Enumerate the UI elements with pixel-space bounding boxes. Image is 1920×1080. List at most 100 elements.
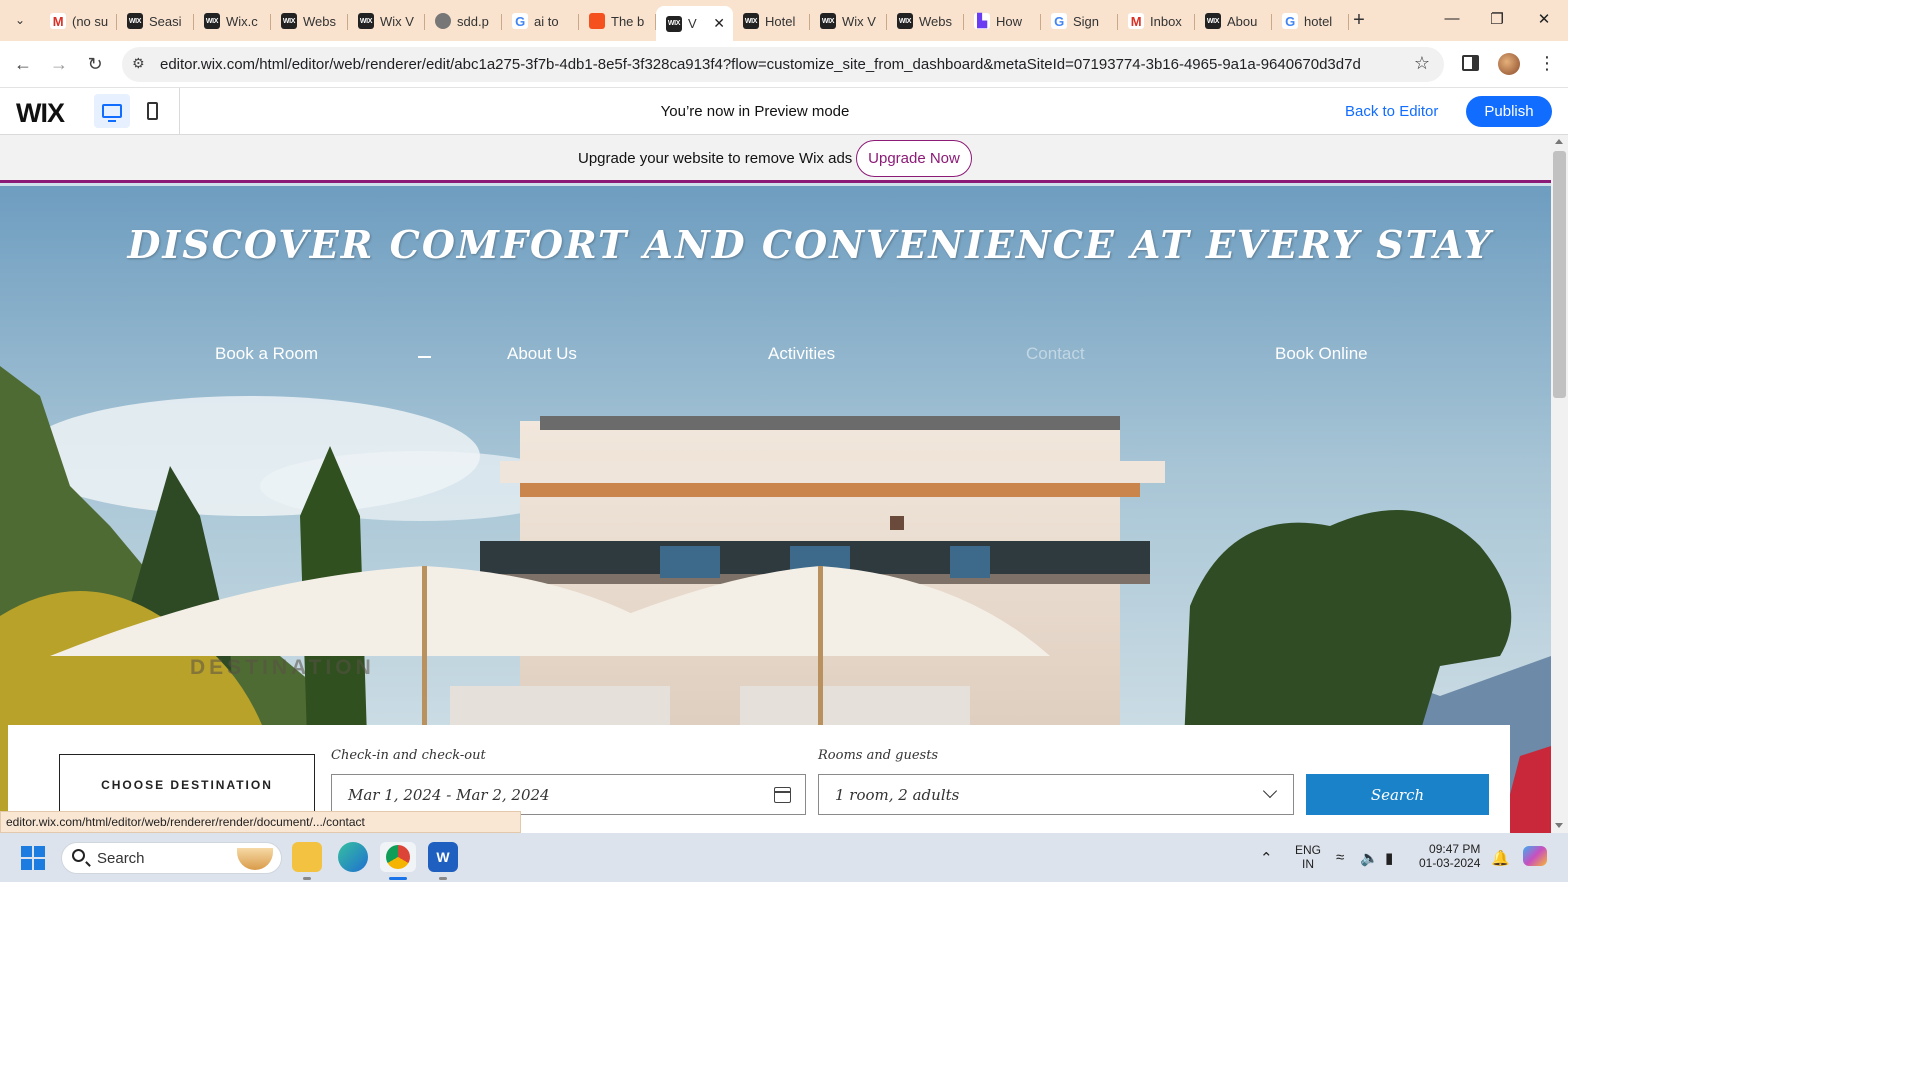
browser-tab[interactable]: WIX Wix V xyxy=(348,6,425,36)
tab-list: M (no su WIX Seasi WIX Wix.c WIX Webs WIX Wix… xyxy=(40,6,1349,41)
browser-tab[interactable]: Ghotel xyxy=(1272,6,1349,36)
browser-tab[interactable]: G Sign xyxy=(1041,6,1118,36)
google-icon: G xyxy=(1051,13,1067,29)
browser-tab[interactable]: The b xyxy=(579,6,656,36)
destination-label: DESTINATION xyxy=(190,656,375,679)
chevron-down-icon xyxy=(1262,783,1278,799)
scroll-down-arrow-icon[interactable] xyxy=(1555,823,1563,828)
google-icon: G xyxy=(512,13,528,29)
url-text[interactable]: editor.wix.com/html/editor/web/renderer/… xyxy=(160,56,1361,73)
wix-preview-bar: WIX You’re now in Preview mode Back to E… xyxy=(0,88,1568,135)
hero-title: DISCOVER COMFORT AND CONVENIENCE AT EVER… xyxy=(127,222,1493,267)
language-indicator[interactable]: ENG IN xyxy=(1295,843,1321,871)
wifi-icon[interactable]: ≈ xyxy=(1336,849,1344,866)
nav-contact[interactable]: Contact xyxy=(1026,344,1085,364)
nav-about-us[interactable]: About Us xyxy=(507,344,577,364)
back-to-editor-link[interactable]: Back to Editor xyxy=(1345,103,1438,120)
new-tab-plus-icon[interactable]: + xyxy=(1348,10,1370,30)
browser-tab[interactable]: WIX Webs xyxy=(271,6,348,36)
rooms-value: 1 room, 2 adults xyxy=(835,786,960,804)
browser-tab[interactable]: ▙ How xyxy=(964,6,1041,36)
address-bar[interactable]: ⚙ editor.wix.com/html/editor/web/rendere… xyxy=(122,47,1444,82)
browser-tab[interactable]: M Inbox xyxy=(1118,6,1195,36)
profile-avatar[interactable] xyxy=(1498,53,1520,75)
globe-icon xyxy=(435,13,451,29)
browser-tab[interactable]: M (no su xyxy=(40,6,117,36)
volume-icon[interactable]: 🔈 xyxy=(1360,849,1379,867)
app-running-indicator xyxy=(439,877,447,880)
wix-icon: WIX xyxy=(281,13,297,29)
chrome-logo-icon xyxy=(386,845,410,869)
ad-banner-text: Upgrade your website to remove Wix ads xyxy=(578,150,853,167)
wix-icon: WIX xyxy=(897,13,913,29)
wix-icon: WIX xyxy=(743,13,759,29)
browser-tab[interactable]: WIX Hotel xyxy=(733,6,810,36)
publish-button[interactable]: Publish xyxy=(1466,96,1552,127)
scroll-up-arrow-icon[interactable] xyxy=(1555,139,1563,144)
chrome-browser-icon[interactable] xyxy=(380,842,416,872)
windows-taskbar: Search W ⌃ ENG IN ≈ 🔈 ▮ 09:47 PM 01-03-2… xyxy=(0,833,1568,882)
wix-icon: WIX xyxy=(1205,13,1221,29)
orange-square-icon xyxy=(589,13,605,29)
taskbar-search-box[interactable]: Search xyxy=(61,842,282,874)
rooms-guests-dropdown[interactable]: 1 room, 2 adults xyxy=(818,774,1294,815)
site-info-icon[interactable]: ⚙ xyxy=(132,55,145,72)
copilot-icon[interactable] xyxy=(1523,846,1547,866)
windows-start-icon[interactable] xyxy=(21,846,45,870)
wix-icon: WIX xyxy=(204,13,220,29)
search-button[interactable]: Search xyxy=(1306,774,1489,815)
search-highlight-icon xyxy=(237,848,273,870)
minimize-icon[interactable]: — xyxy=(1442,10,1462,27)
purple-logo-icon: ▙ xyxy=(974,13,990,29)
notification-bell-icon[interactable]: 🔔 xyxy=(1491,849,1510,867)
restore-icon[interactable]: ❐ xyxy=(1487,10,1507,28)
language-code: ENG xyxy=(1295,843,1322,857)
browser-tab[interactable]: WIX Wix V xyxy=(810,6,887,36)
checkin-value: Mar 1, 2024 - Mar 2, 2024 xyxy=(348,786,550,804)
nav-book-a-room[interactable]: Book a Room xyxy=(215,344,318,364)
reload-icon[interactable]: ↻ xyxy=(84,53,106,75)
battery-icon[interactable]: ▮ xyxy=(1385,849,1393,867)
browser-tab[interactable]: WIX Wix.c xyxy=(194,6,271,36)
app-active-indicator xyxy=(389,877,407,880)
browser-tab[interactable]: Gai to xyxy=(502,6,579,36)
more-menu-icon[interactable]: ⋮ xyxy=(1538,53,1556,74)
wix-icon: WIX xyxy=(666,15,682,32)
site-navigation: Book a Room About Us Activities Contact … xyxy=(0,344,1551,368)
browser-tab[interactable]: WIX Abou xyxy=(1195,6,1272,36)
clock[interactable]: 09:47 PM 01-03-2024 xyxy=(1419,842,1480,870)
wix-icon: WIX xyxy=(358,13,374,29)
page-scrollbar[interactable] xyxy=(1551,135,1568,833)
show-hidden-icons-chevron-icon[interactable]: ⌃ xyxy=(1260,849,1273,867)
checkin-label: Check-in and check-out xyxy=(331,748,486,763)
browser-toolbar: ← → ↻ ⚙ editor.wix.com/html/editor/web/r… xyxy=(0,41,1568,88)
checkin-date-field[interactable]: Mar 1, 2024 - Mar 2, 2024 xyxy=(331,774,806,815)
browser-tab-active[interactable]: WIX V ✕ xyxy=(656,6,733,41)
edge-browser-icon[interactable] xyxy=(338,842,368,872)
upgrade-now-button[interactable]: Upgrade Now xyxy=(856,140,972,177)
side-panel-icon[interactable] xyxy=(1462,55,1479,71)
scroll-thumb[interactable] xyxy=(1553,151,1566,398)
clock-time: 09:47 PM xyxy=(1429,842,1481,856)
browser-tab[interactable]: sdd.p xyxy=(425,6,502,36)
region-code: IN xyxy=(1302,857,1314,871)
bookmark-star-icon[interactable]: ☆ xyxy=(1414,53,1430,74)
browser-tab[interactable]: WIX Seasi xyxy=(117,6,194,36)
tab-search-chevron-icon[interactable]: ⌄ xyxy=(8,8,32,32)
search-icon xyxy=(72,849,85,862)
google-icon: G xyxy=(1282,13,1298,29)
nav-book-online[interactable]: Book Online xyxy=(1275,344,1368,364)
back-arrow-icon[interactable]: ← xyxy=(12,53,34,75)
window-close-icon[interactable]: ✕ xyxy=(1534,10,1554,28)
browser-tab[interactable]: WIX Webs xyxy=(887,6,964,36)
word-app-icon[interactable]: W xyxy=(428,842,458,872)
forward-arrow-icon[interactable]: → xyxy=(48,53,70,75)
preview-mode-message: You’re now in Preview mode xyxy=(660,103,850,120)
wix-icon: WIX xyxy=(127,13,143,29)
nav-activities[interactable]: Activities xyxy=(768,344,835,364)
tab-close-icon[interactable]: ✕ xyxy=(713,15,725,32)
taskbar-search-text: Search xyxy=(97,850,145,867)
file-explorer-icon[interactable] xyxy=(292,842,322,872)
choose-destination-button[interactable]: CHOOSE DESTINATION xyxy=(59,754,315,814)
link-status-bar: editor.wix.com/html/editor/web/renderer/… xyxy=(0,811,521,833)
